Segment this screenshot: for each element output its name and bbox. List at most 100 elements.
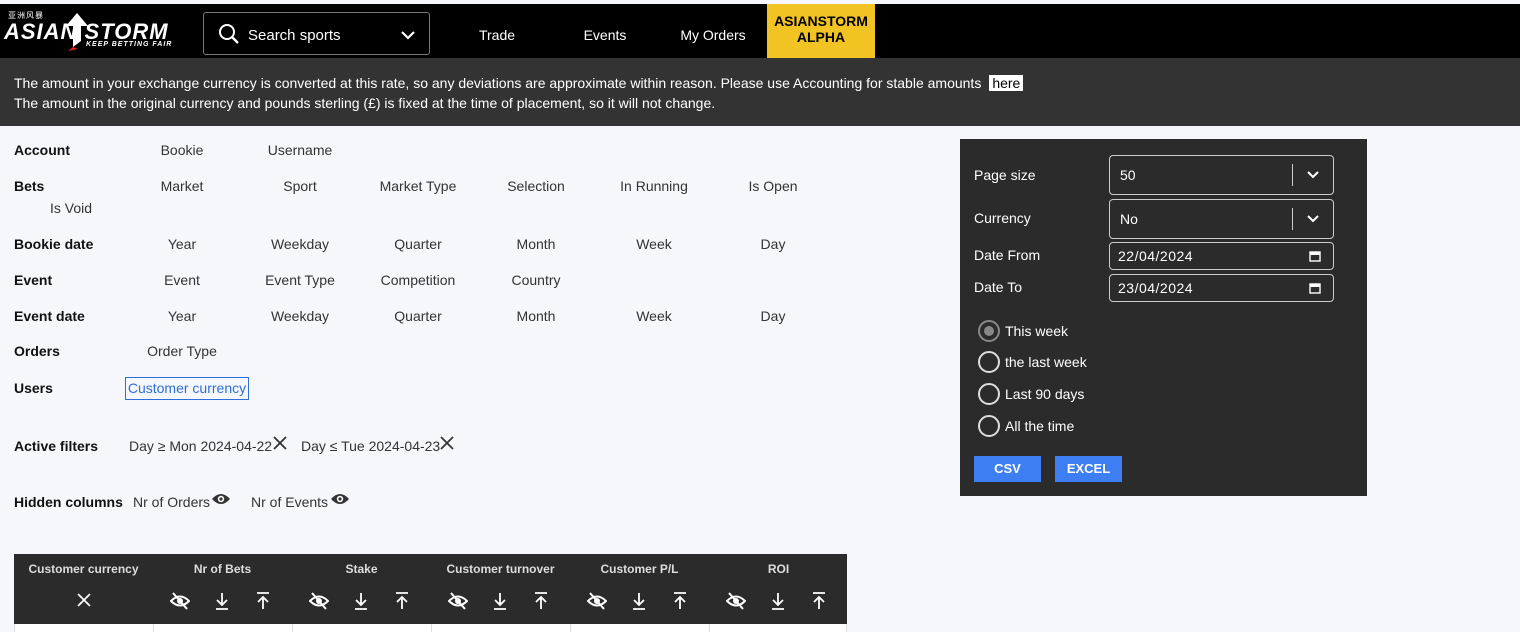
- results-table-header: Customer currency Nr of Bets Stake Custo…: [14, 554, 847, 624]
- group-option[interactable]: Year: [132, 308, 232, 324]
- date-from-input[interactable]: 22/04/2024: [1109, 242, 1334, 270]
- sort-ascending-icon[interactable]: [395, 592, 409, 610]
- group-label-bets: Bets: [14, 178, 45, 194]
- date-to-input[interactable]: 23/04/2024: [1109, 274, 1334, 302]
- sort-descending-icon[interactable]: [493, 592, 507, 610]
- banner-here-link[interactable]: here: [989, 75, 1024, 91]
- group-option[interactable]: Week: [604, 236, 704, 252]
- results-table-body: [14, 624, 847, 632]
- active-filter-chip: Day ≥ Mon 2024-04-22: [129, 438, 273, 454]
- chevron-down-icon: [401, 31, 415, 40]
- column-title: Customer P/L: [600, 562, 679, 576]
- group-option[interactable]: Order Type: [132, 343, 232, 359]
- range-radio-all-time[interactable]: All the time: [978, 415, 1178, 439]
- group-option[interactable]: Is Open: [723, 178, 823, 194]
- sort-ascending-icon[interactable]: [534, 592, 548, 610]
- group-option[interactable]: Week: [604, 308, 704, 324]
- group-option[interactable]: Month: [486, 236, 586, 252]
- group-label-event: Event: [14, 272, 53, 288]
- range-radio-this-week[interactable]: This week: [978, 320, 1178, 344]
- range-radio-last-90-days[interactable]: Last 90 days: [978, 383, 1178, 407]
- sports-search[interactable]: Search sports: [203, 12, 430, 55]
- banner-line1: The amount in your exchange currency is …: [14, 75, 982, 91]
- group-option[interactable]: Is Void: [21, 200, 121, 216]
- banner-line2: The amount in the original currency and …: [14, 95, 716, 111]
- remove-filter-icon[interactable]: [440, 436, 454, 450]
- group-option[interactable]: Competition: [368, 272, 468, 288]
- show-column-eye-icon[interactable]: [211, 491, 231, 507]
- hide-column-icon[interactable]: [726, 592, 746, 610]
- nav-asianstorm-alpha[interactable]: ASIANSTORM ALPHA: [767, 4, 875, 58]
- date-from-value: 22/04/2024: [1118, 248, 1194, 264]
- calendar-icon[interactable]: [1309, 250, 1321, 262]
- column-customer-currency: Customer currency: [14, 554, 153, 624]
- group-option[interactable]: Selection: [486, 178, 586, 194]
- group-option[interactable]: Market Type: [368, 178, 468, 194]
- column-title: ROI: [767, 562, 790, 576]
- group-label-account: Account: [14, 142, 70, 158]
- group-option[interactable]: Quarter: [368, 308, 468, 324]
- date-to-value: 23/04/2024: [1118, 280, 1194, 296]
- search-icon: [219, 24, 239, 44]
- remove-filter-icon[interactable]: [273, 436, 287, 450]
- column-stake: Stake: [292, 554, 431, 624]
- csv-button[interactable]: CSV: [974, 456, 1041, 482]
- hide-column-icon[interactable]: [587, 592, 607, 610]
- group-option[interactable]: Month: [486, 308, 586, 324]
- group-label-orders: Orders: [14, 343, 60, 359]
- calendar-icon[interactable]: [1309, 282, 1321, 294]
- excel-button[interactable]: EXCEL: [1055, 456, 1122, 482]
- sort-ascending-icon[interactable]: [812, 592, 826, 610]
- group-option[interactable]: Market: [132, 178, 232, 194]
- currency-value: No: [1120, 211, 1138, 227]
- range-radio-last-week[interactable]: the last week: [978, 351, 1178, 375]
- column-title: Stake: [345, 562, 378, 576]
- sort-descending-icon[interactable]: [354, 592, 368, 610]
- nav-events[interactable]: Events: [570, 8, 640, 62]
- group-option[interactable]: Event Type: [250, 272, 350, 288]
- chevron-down-icon: [1307, 171, 1319, 179]
- group-option[interactable]: Year: [132, 236, 232, 252]
- settings-panel: Page size 50 Currency No Date From 22/04…: [960, 139, 1367, 496]
- currency-label: Currency: [974, 210, 1031, 226]
- group-option[interactable]: Weekday: [250, 236, 350, 252]
- nav-my-orders[interactable]: My Orders: [672, 8, 754, 62]
- chevron-down-icon: [1307, 215, 1319, 223]
- page-size-select[interactable]: 50: [1109, 155, 1334, 195]
- range-radio-label: the last week: [1005, 354, 1087, 370]
- column-divider: [153, 624, 154, 632]
- hidden-column-item: Nr of Orders: [133, 494, 211, 510]
- hide-column-icon[interactable]: [309, 592, 329, 610]
- select-divider: [1292, 164, 1293, 186]
- group-option[interactable]: In Running: [604, 178, 704, 194]
- nav-trade[interactable]: Trade: [465, 8, 529, 62]
- sort-descending-icon[interactable]: [771, 592, 785, 610]
- sort-descending-icon[interactable]: [632, 592, 646, 610]
- group-option[interactable]: Country: [486, 272, 586, 288]
- search-placeholder: Search sports: [248, 27, 341, 44]
- radio-selected-icon: [978, 320, 1000, 342]
- show-column-eye-icon[interactable]: [330, 491, 350, 507]
- group-label-users: Users: [14, 380, 53, 396]
- group-option-selected[interactable]: Customer currency: [125, 377, 249, 400]
- group-option[interactable]: Day: [723, 236, 823, 252]
- group-option[interactable]: Quarter: [368, 236, 468, 252]
- group-option[interactable]: Username: [250, 142, 350, 158]
- sort-ascending-icon[interactable]: [673, 592, 687, 610]
- currency-select[interactable]: No: [1109, 199, 1334, 239]
- hide-column-icon[interactable]: [170, 592, 190, 610]
- remove-grouping-icon[interactable]: [76, 592, 92, 608]
- hide-column-icon[interactable]: [448, 592, 468, 610]
- group-option[interactable]: Day: [723, 308, 823, 324]
- group-option[interactable]: Event: [132, 272, 232, 288]
- sort-descending-icon[interactable]: [215, 592, 229, 610]
- group-option[interactable]: Bookie: [132, 142, 232, 158]
- group-option[interactable]: Weekday: [250, 308, 350, 324]
- logo[interactable]: 亚洲风暴 ASIAN STORM KEEP BETTING FAIR: [4, 10, 188, 52]
- column-title: Customer turnover: [446, 562, 555, 576]
- group-option[interactable]: Sport: [250, 178, 350, 194]
- sort-ascending-icon[interactable]: [256, 592, 270, 610]
- radio-icon: [978, 351, 1000, 373]
- range-radio-label: This week: [1005, 323, 1069, 339]
- range-radio-label: All the time: [1005, 418, 1075, 434]
